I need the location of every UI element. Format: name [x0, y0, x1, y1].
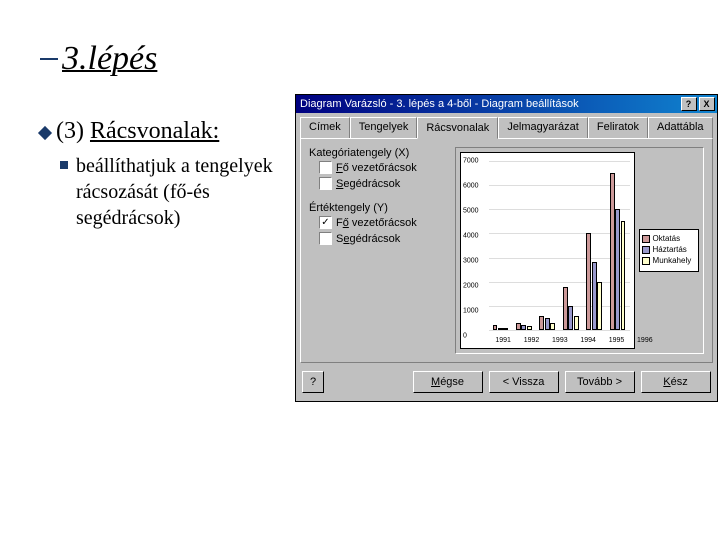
bullet-text: beállíthatjuk a tengelyek rácsozását (fő…	[76, 153, 285, 231]
checkbox-y-minor-label: Segédrácsok	[336, 233, 400, 245]
checkbox-x-major[interactable]	[319, 161, 332, 174]
bar	[539, 316, 544, 330]
bar	[568, 306, 573, 330]
chart-preview: 0100020003000400050006000700019911992199…	[455, 147, 704, 354]
checkbox-x-minor[interactable]	[319, 177, 332, 190]
legend-item: Háztartás	[642, 245, 696, 254]
tab-rácsvonalak[interactable]: Rácsvonalak	[417, 117, 498, 139]
checkbox-y-major-label: Fő vezetőrácsok	[336, 217, 417, 229]
dialog-title: Diagram Varázsló - 3. lépés a 4-ből - Di…	[298, 98, 679, 110]
bar	[516, 323, 521, 330]
legend-item: Munkahely	[642, 256, 696, 265]
slide-title: 3.lépés	[62, 40, 157, 78]
checkbox-y-minor[interactable]	[319, 232, 332, 245]
tab-adattábla[interactable]: Adattábla	[648, 117, 712, 138]
tab-tengelyek[interactable]: Tengelyek	[350, 117, 418, 138]
bar	[527, 326, 532, 330]
bar	[498, 328, 503, 330]
checkbox-y-major[interactable]	[319, 216, 332, 229]
bar	[621, 221, 626, 330]
chart-wizard-dialog: Diagram Varázsló - 3. lépés a 4-ből - Di…	[295, 94, 718, 402]
bar	[592, 262, 597, 330]
help-button[interactable]: ?	[302, 371, 324, 393]
tab-feliratok[interactable]: Feliratok	[588, 117, 648, 138]
bar	[503, 328, 508, 330]
bar	[563, 287, 568, 330]
help-icon[interactable]: ?	[681, 97, 697, 111]
back-button[interactable]: < Vissza	[489, 371, 559, 393]
tab-címek[interactable]: Címek	[300, 117, 350, 138]
tab-jelmagyarázat[interactable]: Jelmagyarázat	[498, 117, 588, 138]
bar	[610, 173, 615, 330]
checkbox-x-minor-label: Segédrácsok	[336, 178, 400, 190]
finish-button[interactable]: Kész	[641, 371, 711, 393]
bar	[521, 325, 526, 330]
bullet-square	[60, 161, 68, 169]
group-x-label: Kategóriatengely (X)	[309, 147, 449, 159]
bar	[493, 325, 498, 330]
bar	[597, 282, 602, 330]
bar	[586, 233, 591, 330]
bullet-diamond	[38, 126, 52, 140]
legend-item: Oktatás	[642, 234, 696, 243]
title-dash	[40, 58, 58, 60]
close-icon[interactable]: X	[699, 97, 715, 111]
bar	[545, 318, 550, 330]
cancel-button[interactable]: Mégse	[413, 371, 483, 393]
section-heading: (3) Rácsvonalak:	[56, 118, 219, 145]
bar	[615, 209, 620, 330]
group-y-label: Értéktengely (Y)	[309, 202, 449, 214]
title-bar: Diagram Varázsló - 3. lépés a 4-ből - Di…	[296, 95, 717, 113]
checkbox-x-major-label: Fő vezetőrácsok	[336, 162, 417, 174]
next-button[interactable]: Tovább >	[565, 371, 635, 393]
bar	[550, 323, 555, 330]
bar	[574, 316, 579, 330]
